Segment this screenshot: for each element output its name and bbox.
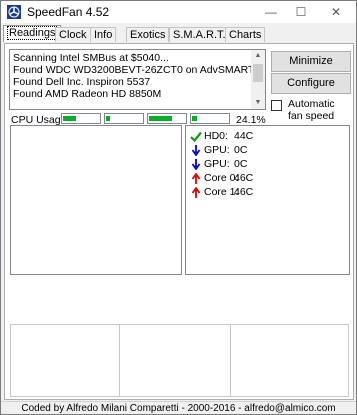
scroll-up-icon[interactable]: ▲: [251, 50, 265, 62]
cpu-meter-fill: [63, 116, 76, 121]
sensor-value: 44C: [234, 130, 254, 142]
log-line: Found AMD Radeon HD 8850M: [13, 88, 162, 100]
cpu-meter: [104, 113, 144, 124]
automatic-fan-speed-label: Automatic fan speed: [288, 98, 335, 122]
sensor-value: 46C: [234, 186, 254, 198]
title-bar[interactable]: SpeedFan 4.52 — ☐ ✕: [1, 1, 356, 23]
log-line: Found WDC WD3200BEVT-26ZCT0 on AdvSMART: [13, 64, 255, 76]
tab-readings[interactable]: Readings: [3, 25, 62, 42]
log-line: Found Dell Inc. Inspiron 5537: [13, 76, 151, 88]
arrow-up-icon: [191, 173, 201, 184]
cpu-meter: [147, 113, 187, 124]
arrow-up-icon: [191, 187, 201, 198]
scroll-thumb[interactable]: [253, 64, 263, 82]
sensor-name: GPU:: [204, 144, 230, 156]
speedfan-window: SpeedFan 4.52 — ☐ ✕ Readings Clock Info …: [0, 0, 357, 415]
sensor-value: 0C: [234, 158, 248, 170]
sensor-name: HD0:: [204, 130, 228, 142]
tab-clock[interactable]: Clock: [55, 27, 91, 42]
scroll-down-icon[interactable]: ▼: [251, 97, 265, 109]
divider: [230, 325, 231, 396]
divider: [119, 325, 120, 396]
arrow-down-icon: [191, 145, 201, 156]
sensor-value: 46C: [234, 172, 254, 184]
window-title: SpeedFan 4.52: [27, 5, 110, 19]
check-icon: [190, 131, 202, 142]
tab-info[interactable]: Info: [90, 27, 117, 42]
temperatures-box: HD0: 44C GPU: 0C GPU: 0C Core 0: 46C Cor…: [185, 125, 350, 275]
cpu-meter-fill: [106, 116, 110, 121]
cpu-meter: [190, 113, 230, 124]
tab-charts[interactable]: Charts: [225, 27, 266, 42]
sensor-value: 0C: [234, 144, 248, 156]
maximize-window-button[interactable]: ☐: [286, 1, 316, 23]
readings-panel: Scanning Intel SMBus at $5040... Found W…: [4, 43, 354, 400]
tab-exotics[interactable]: Exotics: [126, 27, 170, 42]
close-window-button[interactable]: ✕: [316, 1, 356, 23]
log-scrollbar[interactable]: ▲ ▼: [251, 50, 265, 109]
configure-button[interactable]: Configure: [271, 73, 351, 94]
minimize-button[interactable]: Minimize: [271, 51, 351, 72]
fan-icon: [7, 5, 21, 19]
log-box[interactable]: Scanning Intel SMBus at $5040... Found W…: [9, 49, 266, 110]
bottom-readings-box: [10, 324, 349, 397]
cpu-meter-fill: [192, 116, 197, 121]
log-line: Scanning Intel SMBus at $5040...: [13, 52, 169, 64]
arrow-down-icon: [191, 159, 201, 170]
sensor-name: GPU:: [204, 158, 230, 170]
fan-speeds-box: [10, 125, 182, 275]
automatic-fan-speed-checkbox[interactable]: [271, 100, 282, 111]
tab-smart[interactable]: S.M.A.R.T.: [169, 27, 230, 42]
cpu-meter: [61, 113, 101, 124]
status-bar: Coded by Alfredo Milani Comparetti - 200…: [1, 401, 356, 415]
minimize-window-button[interactable]: —: [256, 1, 286, 23]
cpu-meter-fill: [149, 116, 172, 121]
